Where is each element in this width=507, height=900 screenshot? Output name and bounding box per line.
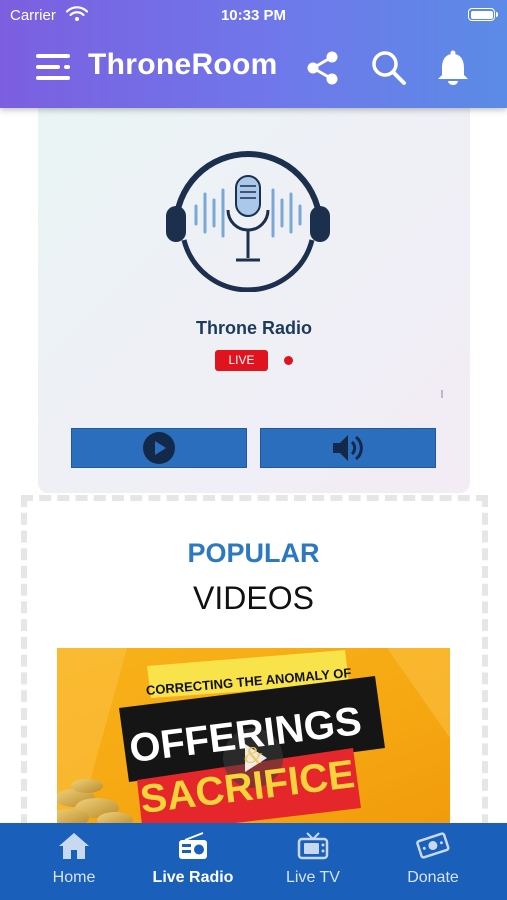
video-thumbnail[interactable]: CORRECTING THE ANOMALY OF OFFERINGS & SA… — [57, 648, 450, 828]
status-time: 10:33 PM — [220, 7, 287, 24]
app-header: Carrier 10:33 PM ThroneRoom — [0, 0, 507, 108]
radio-icon — [179, 832, 207, 859]
station-name: Throne Radio — [196, 318, 312, 338]
video-artwork: CORRECTING THE ANOMALY OF OFFERINGS & SA… — [57, 648, 450, 828]
tab-label-home: Home — [52, 869, 96, 886]
volume-button[interactable] — [260, 428, 436, 468]
search-icon[interactable] — [369, 48, 409, 88]
battery-icon — [468, 8, 498, 21]
status-bar: Carrier 10:33 PM — [0, 0, 507, 32]
tab-label-donate: Donate — [407, 869, 459, 886]
bell-icon[interactable] — [433, 48, 473, 88]
volume-icon — [333, 435, 363, 461]
screen: Carrier 10:33 PM ThroneRoom Throne Radio… — [0, 0, 507, 900]
app-title: ThroneRoom — [88, 48, 278, 81]
navbar: ThroneRoom — [0, 38, 507, 94]
donate-icon — [416, 832, 450, 859]
live-indicator-dot — [284, 356, 293, 365]
tab-live-tv[interactable]: Live TV — [250, 823, 376, 900]
videos-heading: VIDEOS — [193, 580, 314, 616]
tab-label-live-radio: Live Radio — [152, 869, 234, 886]
menu-icon[interactable] — [36, 50, 74, 84]
home-icon — [59, 833, 89, 859]
tab-donate[interactable]: Donate — [370, 823, 496, 900]
play-button[interactable] — [71, 428, 247, 468]
share-icon[interactable] — [303, 48, 343, 88]
divider-mark — [441, 390, 443, 398]
bottom-tab-bar: Home Live Radio Live TV Donate — [0, 823, 507, 900]
tab-label-live-tv: Live TV — [286, 869, 340, 886]
throne-radio-logo — [166, 151, 330, 292]
tab-live-radio[interactable]: Live Radio — [130, 823, 256, 900]
tab-home[interactable]: Home — [11, 823, 137, 900]
popular-heading: POPULAR — [187, 538, 320, 568]
tv-icon — [297, 832, 329, 860]
play-icon — [143, 432, 175, 464]
live-badge: LIVE — [215, 350, 268, 371]
